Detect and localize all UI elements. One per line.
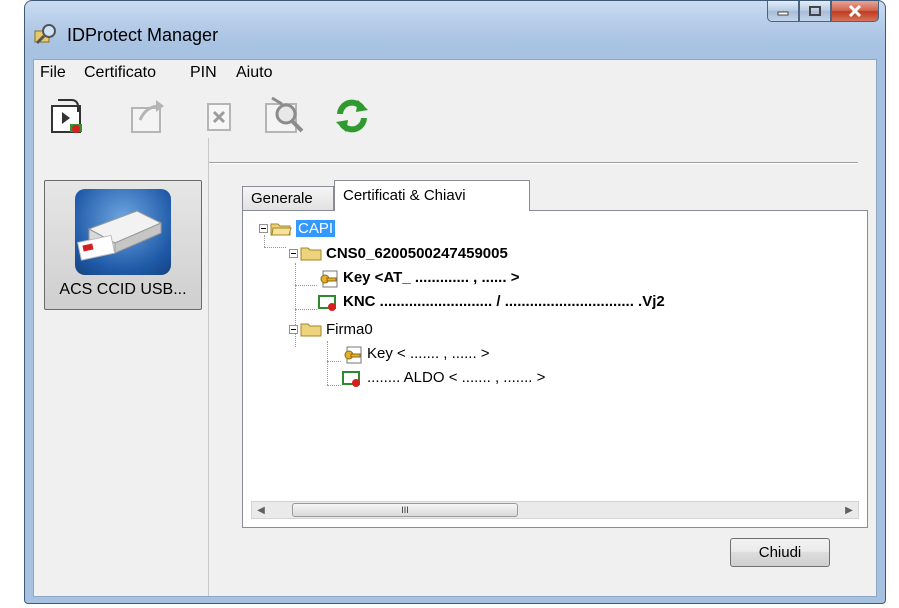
tree-node-capi[interactable]: CAPI <box>259 220 336 237</box>
tree-node-cns0-certificate[interactable]: KNC ........................... / ......… <box>317 293 665 311</box>
menu-pin[interactable]: PIN <box>190 64 217 82</box>
open-folder-icon <box>270 221 292 236</box>
title-bar[interactable]: IDProtect Manager <box>25 1 885 59</box>
refresh-button[interactable] <box>330 96 374 140</box>
caption-buttons <box>767 1 879 23</box>
window-title: IDProtect Manager <box>67 25 219 45</box>
client-area: File Certificato PIN Aiuto ACS CCID USB.… <box>33 59 877 597</box>
menu-file[interactable]: File <box>40 64 66 82</box>
certificate-tree[interactable]: CAPI CNS0_6200500247459005 Key <AT_ ....… <box>251 219 859 527</box>
tree-label-firma0-certificate: ........ ALDO < ....... , ....... > <box>367 369 546 386</box>
tab-panel-certificati: CAPI CNS0_6200500247459005 Key <AT_ ....… <box>242 210 868 528</box>
card-reader-icon <box>75 189 171 275</box>
tree-connector <box>264 247 286 248</box>
tree-label-firma0: Firma0 <box>326 321 373 338</box>
refresh-icon <box>332 96 372 141</box>
chiudi-button[interactable]: Chiudi <box>730 538 830 567</box>
menu-certificato[interactable]: Certificato <box>84 64 156 82</box>
key-icon <box>317 270 339 288</box>
tree-connector <box>295 309 317 310</box>
maximize-button[interactable] <box>799 1 831 22</box>
export-certificate-icon <box>128 96 168 141</box>
certificate-icon <box>341 370 363 387</box>
view-certificate-button[interactable] <box>262 96 306 140</box>
app-window: IDProtect Manager File Certificato PIN A… <box>24 0 886 604</box>
tree-node-cns0-key[interactable]: Key <AT_ ............. , ...... > <box>317 269 520 288</box>
menu-bar: File Certificato PIN Aiuto <box>34 60 876 86</box>
tree-label-cns0-key: Key <AT_ ............. , ...... > <box>343 269 520 286</box>
device-pane: ACS CCID USB... <box>34 138 209 596</box>
scroll-right-arrow-icon[interactable]: ▶ <box>840 502 858 518</box>
horizontal-scrollbar[interactable]: ◀ III ▶ <box>251 501 859 519</box>
app-magnifier-icon <box>33 23 59 45</box>
collapse-icon[interactable] <box>289 325 298 334</box>
tab-generale[interactable]: Generale <box>242 186 334 210</box>
import-certificate-icon <box>48 96 88 141</box>
key-icon <box>341 346 363 364</box>
scroll-thumb[interactable]: III <box>292 503 518 517</box>
tree-label-cns0: CNS0_6200500247459005 <box>326 245 508 262</box>
tree-node-firma0-key[interactable]: Key < ....... , ...... > <box>341 345 490 364</box>
scroll-left-arrow-icon[interactable]: ◀ <box>252 502 270 518</box>
tree-connector <box>327 361 341 362</box>
tab-certificati-chiavi[interactable]: Certificati & Chiavi <box>334 180 530 211</box>
export-certificate-button[interactable] <box>126 96 170 140</box>
folder-icon <box>300 322 322 337</box>
certificate-icon <box>317 294 339 311</box>
delete-certificate-icon <box>204 98 236 139</box>
delete-certificate-button[interactable] <box>198 96 242 140</box>
tree-label-firma0-key: Key < ....... , ...... > <box>367 345 490 362</box>
view-certificate-icon <box>262 94 306 143</box>
tree-node-cns0[interactable]: CNS0_6200500247459005 <box>289 245 508 262</box>
folder-icon <box>300 246 322 261</box>
tree-label-cns0-certificate: KNC ........................... / ......… <box>343 293 665 310</box>
tree-label-capi: CAPI <box>296 220 336 237</box>
tree-connector <box>327 385 341 386</box>
tree-node-firma0-certificate[interactable]: ........ ALDO < ....... , ....... > <box>341 369 546 387</box>
tree-node-firma0[interactable]: Firma0 <box>289 321 373 338</box>
device-item[interactable]: ACS CCID USB... <box>44 180 202 310</box>
close-window-button[interactable] <box>831 1 879 22</box>
tree-connector <box>327 341 328 385</box>
import-certificate-button[interactable] <box>46 96 90 140</box>
tree-connector <box>295 285 317 286</box>
device-label: ACS CCID USB... <box>59 281 187 298</box>
menu-aiuto[interactable]: Aiuto <box>236 64 272 82</box>
minimize-button[interactable] <box>767 1 799 22</box>
collapse-icon[interactable] <box>259 224 268 233</box>
collapse-icon[interactable] <box>289 249 298 258</box>
